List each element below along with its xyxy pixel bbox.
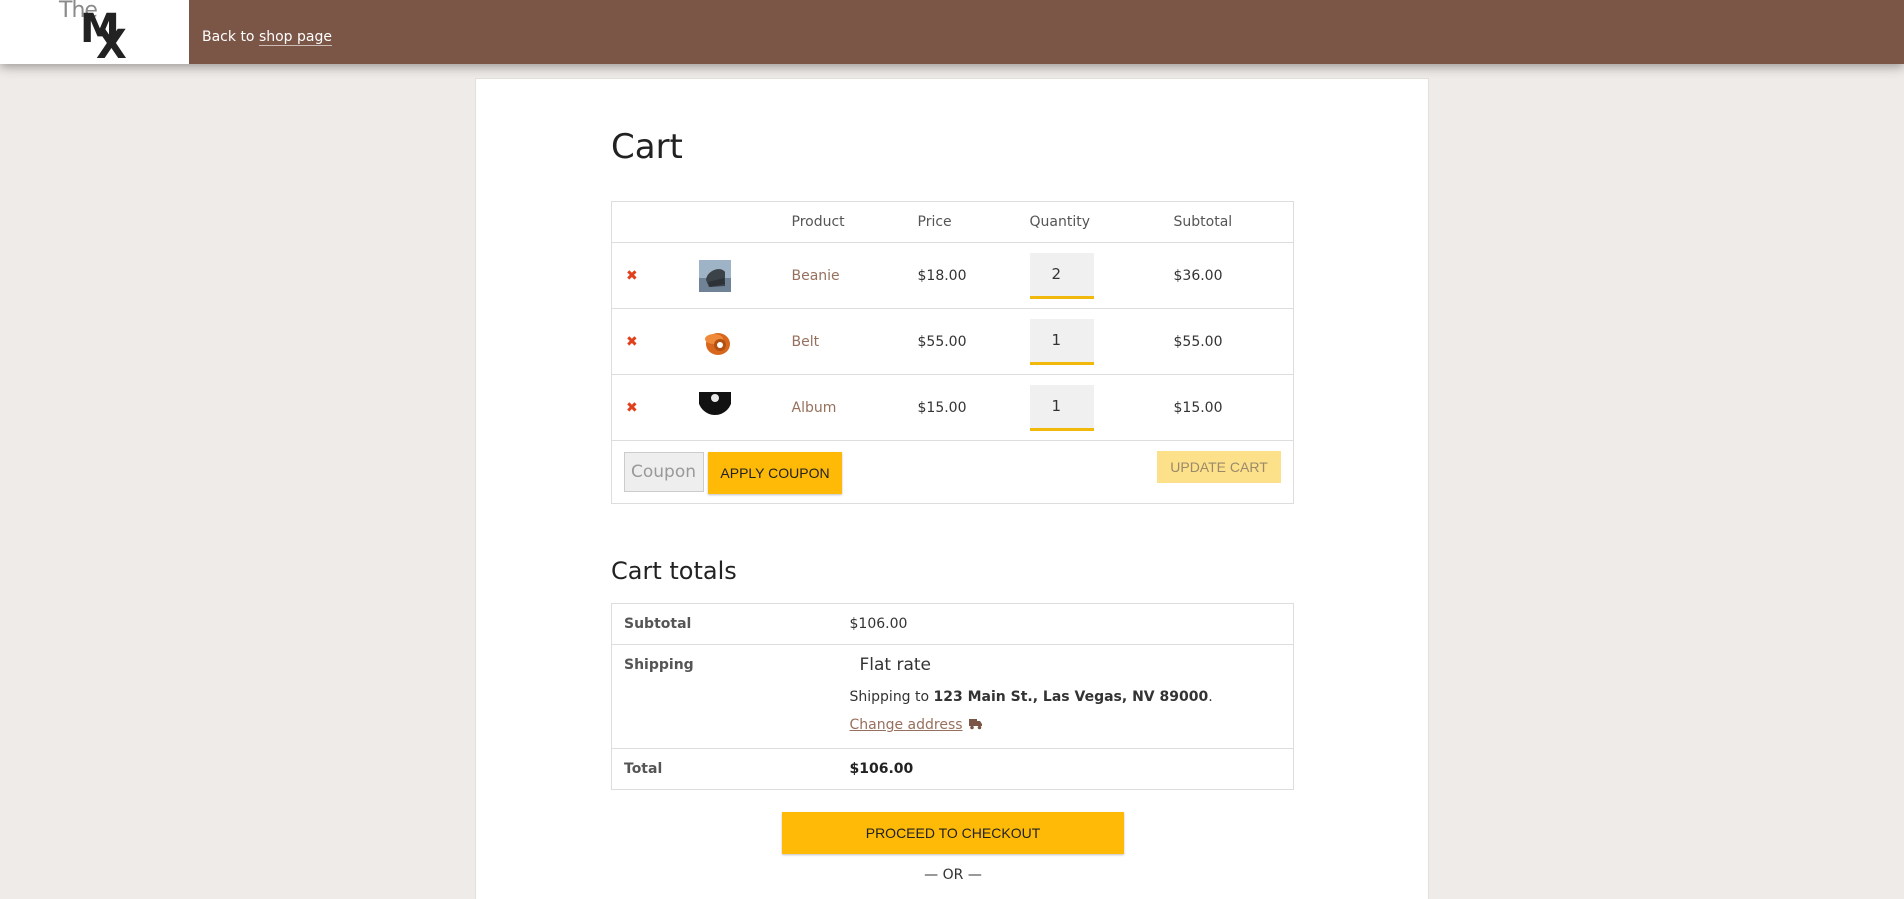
shipping-label: Shipping (611, 644, 850, 749)
or-separator: — OR — (924, 867, 982, 883)
shipping-address: 123 Main St., Las Vegas, NV 89000 (933, 689, 1209, 705)
total-value: $106.00 (849, 748, 1294, 790)
site-logo[interactable]: The M X (0, 0, 189, 64)
totals-row-shipping: Shipping Flat rate Shipping to 123 Main … (611, 644, 1294, 749)
col-product: Product (791, 201, 918, 243)
proceed-to-checkout-button[interactable]: PROCEED TO CHECKOUT (782, 812, 1124, 854)
beanie-thumbnail[interactable] (698, 259, 731, 292)
cart-table-header: Product Price Quantity Subtotal (611, 201, 1294, 243)
shipping-method: Flat rate (859, 655, 932, 675)
col-quantity: Quantity (1029, 201, 1174, 243)
total-label: Total (611, 748, 850, 790)
remove-item-icon[interactable]: ✖ (626, 400, 638, 416)
quantity-input[interactable] (1029, 318, 1094, 365)
top-bar: The M X Back to shop page (0, 0, 1904, 64)
subtotal-label: Subtotal (611, 603, 850, 645)
product-link-album[interactable]: Album (792, 400, 837, 416)
product-link-beanie[interactable]: Beanie (792, 268, 840, 284)
cart-actions-row: Coupon APPLY COUPON UPDATE CART (612, 441, 1294, 504)
totals-row-subtotal: Subtotal $106.00 (611, 603, 1294, 645)
table-row: ✖ Beanie $18.00 $36.00 (611, 242, 1294, 309)
cart-panel: Cart Product Price Quantity Subtotal ✖ B… (475, 78, 1429, 899)
remove-item-icon[interactable]: ✖ (626, 334, 638, 350)
col-price: Price (917, 201, 1030, 243)
shop-page-link[interactable]: shop page (258, 29, 332, 46)
cart-table: Product Price Quantity Subtotal ✖ Beanie (611, 201, 1294, 504)
subtotal-value: $106.00 (849, 603, 1294, 645)
item-price: $18.00 (917, 242, 1030, 309)
cart-totals-table: Subtotal $106.00 Shipping Flat rate Ship… (611, 603, 1294, 790)
totals-row-total: Total $106.00 (611, 748, 1294, 790)
quantity-input[interactable] (1029, 384, 1094, 431)
item-price: $55.00 (917, 308, 1030, 375)
coupon-input[interactable]: Coupon (624, 452, 704, 492)
back-prefix: Back to (202, 29, 255, 45)
item-price: $15.00 (917, 374, 1030, 441)
item-subtotal: $15.00 (1173, 374, 1294, 441)
belt-thumbnail[interactable] (698, 325, 731, 358)
truck-icon (968, 719, 982, 730)
remove-item-icon[interactable]: ✖ (626, 268, 638, 284)
table-row: ✖ Album $15.00 $15.00 (611, 374, 1294, 441)
item-subtotal: $55.00 (1173, 308, 1294, 375)
apply-coupon-button[interactable]: APPLY COUPON (708, 452, 842, 494)
shipping-destination: Shipping to 123 Main St., Las Vegas, NV … (849, 689, 1213, 705)
update-cart-button[interactable]: UPDATE CART (1157, 451, 1281, 483)
col-subtotal: Subtotal (1173, 201, 1294, 243)
cart-actions: Coupon APPLY COUPON UPDATE CART (612, 441, 1293, 503)
quantity-input[interactable] (1029, 252, 1094, 299)
logo-x: X (96, 22, 127, 64)
cart-totals-title: Cart totals (611, 557, 737, 585)
product-link-belt[interactable]: Belt (792, 334, 820, 350)
album-thumbnail[interactable] (698, 391, 731, 424)
change-address-link[interactable]: Change address (850, 717, 1294, 733)
item-subtotal: $36.00 (1173, 242, 1294, 309)
table-row: ✖ Belt $55.00 $55.00 (611, 308, 1294, 375)
page-title: Cart (611, 127, 683, 167)
back-to-shop: Back to shop page (202, 29, 332, 46)
